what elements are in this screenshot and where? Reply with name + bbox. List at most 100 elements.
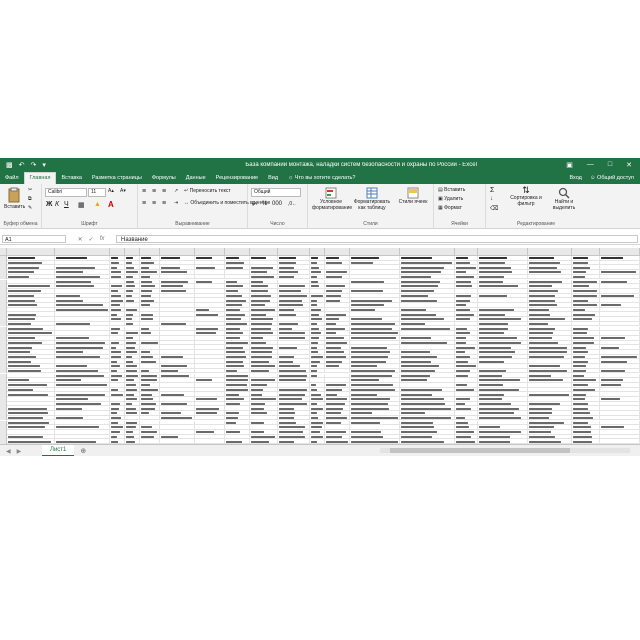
fill-icon[interactable]: ↓ bbox=[490, 196, 493, 202]
cell-content bbox=[529, 266, 558, 269]
name-box[interactable]: A1 bbox=[2, 235, 66, 243]
fill-color-icon[interactable]: ▲ bbox=[94, 201, 101, 208]
select-all-corner[interactable] bbox=[0, 248, 7, 255]
scrollbar-thumb[interactable] bbox=[390, 448, 570, 453]
column-header[interactable] bbox=[400, 248, 455, 255]
column-header[interactable] bbox=[55, 248, 110, 255]
align-right-icon[interactable]: ≡ bbox=[162, 200, 166, 207]
column-header[interactable] bbox=[478, 248, 528, 255]
insert-function-button[interactable]: fx bbox=[100, 236, 105, 243]
font-name-select[interactable]: Calibri bbox=[45, 188, 87, 197]
cell-content bbox=[279, 308, 295, 311]
cell-content bbox=[141, 304, 151, 307]
align-middle-icon[interactable]: ≡ bbox=[152, 188, 156, 195]
align-center-icon[interactable]: ≡ bbox=[152, 200, 156, 207]
cell-content bbox=[226, 379, 248, 382]
column-header[interactable] bbox=[350, 248, 400, 255]
maximize-icon[interactable]: □ bbox=[608, 161, 612, 169]
column-header[interactable] bbox=[140, 248, 160, 255]
column-header[interactable] bbox=[110, 248, 125, 255]
find-select-button[interactable]: Найти и выделить bbox=[546, 187, 582, 211]
column-header[interactable] bbox=[572, 248, 600, 255]
bold-icon[interactable]: Ж bbox=[46, 201, 52, 208]
italic-icon[interactable]: К bbox=[55, 201, 59, 208]
cell-content bbox=[56, 426, 99, 429]
increase-font-icon[interactable]: A▴ bbox=[108, 188, 114, 194]
indent-icon[interactable]: ⇥ bbox=[174, 200, 178, 206]
wrap-text-button[interactable]: ↵ Переносить текст bbox=[184, 188, 231, 194]
column-header[interactable] bbox=[250, 248, 278, 255]
cell-content bbox=[111, 308, 122, 311]
next-sheet-icon[interactable]: ▶ bbox=[17, 448, 22, 455]
conditional-format-button[interactable]: Условное форматирование bbox=[312, 187, 352, 211]
column-header[interactable] bbox=[160, 248, 195, 255]
column-header[interactable] bbox=[125, 248, 140, 255]
delete-cells-button[interactable]: ▣ Удалить bbox=[438, 196, 463, 202]
increase-decimal-icon[interactable]: ,0← bbox=[288, 201, 297, 207]
sort-filter-button[interactable]: ⇅ Сортировка и фильтр bbox=[508, 186, 544, 208]
sign-in-link[interactable]: Вход bbox=[569, 173, 581, 184]
tab-insert[interactable]: Вставка bbox=[56, 173, 86, 184]
format-cells-button[interactable]: ▦ Формат bbox=[438, 205, 462, 211]
cell-content bbox=[456, 398, 471, 401]
number-format-select[interactable]: Общий bbox=[251, 188, 301, 197]
column-header[interactable] bbox=[600, 248, 640, 255]
column-header[interactable] bbox=[7, 248, 55, 255]
column-header[interactable] bbox=[528, 248, 572, 255]
column-header[interactable] bbox=[455, 248, 478, 255]
formula-input[interactable]: Название bbox=[116, 235, 638, 243]
undo-icon[interactable]: ↶ bbox=[19, 161, 25, 169]
autosum-icon[interactable]: Σ bbox=[490, 187, 494, 194]
tab-page-layout[interactable]: Разметка страницы bbox=[87, 173, 147, 184]
redo-icon[interactable]: ↷ bbox=[31, 161, 37, 169]
cell-content bbox=[56, 351, 83, 354]
decrease-font-icon[interactable]: A▾ bbox=[120, 188, 126, 194]
save-icon[interactable]: ▩ bbox=[6, 161, 13, 169]
enter-icon[interactable]: ✓ bbox=[89, 236, 94, 243]
cell-styles-button[interactable]: Стили ячеек bbox=[396, 187, 430, 205]
tab-formulas[interactable]: Формулы bbox=[147, 173, 181, 184]
copy-icon[interactable]: ⧉ bbox=[28, 196, 32, 202]
add-sheet-icon[interactable]: ⊕ bbox=[80, 447, 86, 455]
cancel-icon[interactable]: ✕ bbox=[78, 236, 83, 243]
font-size-select[interactable]: 11 bbox=[88, 188, 106, 197]
align-left-icon[interactable]: ≡ bbox=[142, 200, 146, 207]
column-header[interactable] bbox=[195, 248, 225, 255]
share-button[interactable]: ☺ Общий доступ bbox=[590, 173, 634, 184]
format-as-table-button[interactable]: Форматировать как таблицу bbox=[352, 187, 392, 211]
cut-icon[interactable]: ✂ bbox=[28, 187, 32, 193]
currency-icon[interactable]: ₽ bbox=[252, 201, 256, 208]
prev-sheet-icon[interactable]: ◀ bbox=[6, 448, 11, 455]
ribbon-display-options-icon[interactable]: ▣ bbox=[566, 161, 573, 169]
horizontal-scrollbar[interactable] bbox=[380, 448, 630, 453]
align-bottom-icon[interactable]: ≡ bbox=[162, 188, 166, 195]
tab-home[interactable]: Главная bbox=[23, 172, 57, 184]
column-header[interactable] bbox=[278, 248, 310, 255]
tab-file[interactable]: Файл bbox=[0, 173, 24, 184]
sheet-tab-1[interactable]: Лист1 bbox=[42, 445, 75, 456]
worksheet-grid[interactable] bbox=[0, 248, 640, 446]
insert-cells-button[interactable]: ▤ Вставить bbox=[438, 187, 465, 193]
column-header[interactable] bbox=[225, 248, 250, 255]
cell-content bbox=[456, 304, 467, 307]
tab-data[interactable]: Данные bbox=[181, 173, 211, 184]
comma-style-icon[interactable]: 000 bbox=[272, 201, 282, 207]
align-top-icon[interactable]: ≡ bbox=[142, 188, 146, 195]
tell-me-box[interactable]: ☼ Что вы хотите сделать? bbox=[283, 173, 360, 184]
column-header[interactable] bbox=[325, 248, 350, 255]
underline-icon[interactable]: Ч bbox=[64, 201, 69, 208]
customize-toolbar-icon[interactable]: ▾ bbox=[42, 161, 46, 169]
tab-review[interactable]: Рецензирование bbox=[211, 173, 263, 184]
close-icon[interactable]: ✕ bbox=[626, 161, 632, 169]
clear-icon[interactable]: ⌫ bbox=[490, 205, 498, 212]
tab-view[interactable]: Вид bbox=[263, 173, 283, 184]
minimize-icon[interactable]: — bbox=[587, 161, 594, 169]
format-painter-icon[interactable]: ✎ bbox=[28, 205, 32, 211]
borders-icon[interactable]: ▦ bbox=[78, 201, 85, 209]
font-color-icon[interactable]: A bbox=[108, 200, 114, 209]
orientation-icon[interactable]: ↗ bbox=[174, 188, 178, 194]
column-header[interactable] bbox=[310, 248, 325, 255]
paste-button[interactable]: Вставить bbox=[4, 187, 25, 210]
percent-button[interactable]: % bbox=[262, 201, 267, 207]
cell-content bbox=[56, 365, 88, 368]
